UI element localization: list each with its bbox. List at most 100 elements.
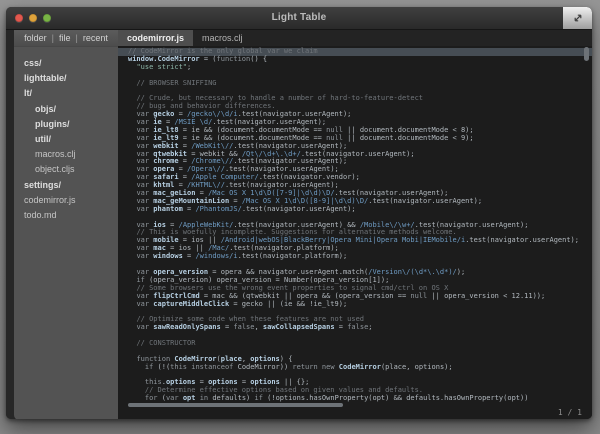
code-line[interactable]: var phantom = /PhantomJS/.test(navigator… — [118, 206, 592, 214]
code-token: options — [208, 378, 238, 386]
code-token: = — [229, 197, 242, 205]
recent-button[interactable]: recent — [83, 33, 108, 43]
code-token: options — [250, 378, 280, 386]
code-token: // This is woefully incomplete. Suggesti… — [136, 228, 456, 236]
code-token: () { — [250, 55, 267, 63]
app-window: Light Table folder|file|recent css/light… — [6, 7, 592, 419]
code-token — [128, 363, 145, 371]
code-token: instanceof — [191, 363, 233, 371]
code-token: = webkit && — [187, 150, 242, 158]
code-token: || opera_version < 12.11)); — [427, 292, 545, 300]
code-editor[interactable]: // CodeMirror is the only global var we … — [118, 48, 592, 403]
code-token: = — [174, 165, 187, 173]
tree-item-lighttable[interactable]: lighttable/ — [14, 71, 118, 86]
code-token: var — [136, 205, 153, 213]
code-line[interactable]: var windows = /windows/i.test(navigator.… — [118, 253, 592, 261]
code-token: // bugs and behavior differences. — [136, 102, 275, 110]
horizontal-scrollbar-thumb[interactable] — [128, 403, 343, 407]
window-left-edge — [6, 30, 14, 419]
window-title: Light Table — [6, 12, 592, 23]
tree-item-lt[interactable]: lt/ — [14, 86, 118, 101]
code-token: || {}; — [280, 378, 310, 386]
tree-item-macros-clj[interactable]: macros.clj — [14, 147, 118, 162]
code-token: = ios || — [179, 236, 221, 244]
tree-item-settings[interactable]: settings/ — [14, 178, 118, 193]
expand-arrows-icon — [572, 12, 584, 24]
code-token: // Crude, but necessary to handle a numb… — [136, 94, 423, 102]
code-token: // Determine effective options based on … — [145, 386, 423, 394]
code-token: = opera && navigator.userAgent.match( — [208, 268, 368, 276]
code-token: // Some browsers use the wrong event pro… — [136, 284, 448, 292]
code-token: var — [136, 173, 153, 181]
tree-item-object-cljs[interactable]: object.cljs — [14, 162, 118, 177]
code-token: = — [183, 205, 196, 213]
fullscreen-button[interactable] — [563, 7, 592, 29]
code-token: CodeMirror — [174, 355, 216, 363]
code-token: .test(navigator.userAgent); — [368, 197, 482, 205]
code-token: opera — [153, 165, 174, 173]
code-token: new — [322, 363, 335, 371]
code-token: .test(navigator.platform); — [229, 244, 339, 252]
code-token: = — [238, 378, 251, 386]
code-token: .test(navigator.userAgent); — [242, 205, 356, 213]
code-token: var — [136, 292, 153, 300]
vertical-scrollbar-thumb[interactable] — [584, 47, 589, 61]
code-token: /Qt\/\d+\.\d+/ — [242, 150, 301, 158]
code-token: = — [179, 157, 192, 165]
tree-item-util[interactable]: util/ — [14, 132, 118, 147]
code-line[interactable]: // CONSTRUCTOR — [118, 340, 592, 348]
code-token: .test(navigator.userAgent); — [465, 236, 579, 244]
code-token: .test(navigator.userAgent); — [301, 150, 415, 158]
tree-item-css[interactable]: css/ — [14, 56, 118, 71]
tab-macros-clj[interactable]: macros.clj — [193, 30, 252, 46]
code-token: sawReadOnlySpans — [153, 323, 220, 331]
code-line[interactable]: var captureMiddleClick = gecko || (ie &&… — [118, 301, 592, 309]
tree-item-codemirror-js[interactable]: codemirror.js — [14, 193, 118, 208]
code-line[interactable]: for (var opt in defaults) if (!options.h… — [118, 395, 592, 403]
code-token: ; — [368, 323, 372, 331]
code-token: null — [410, 292, 427, 300]
tree-item-plugins[interactable]: plugins/ — [14, 117, 118, 132]
code-token: /Opera\// — [187, 165, 225, 173]
code-token: mobile — [153, 236, 178, 244]
code-token: var — [136, 252, 153, 260]
header-separator: | — [76, 33, 78, 43]
code-token: var — [136, 268, 153, 276]
code-token: = — [174, 181, 187, 189]
code-token: /Android|webOS|BlackBerry|Opera Mini|Ope… — [221, 236, 465, 244]
code-token — [128, 386, 145, 394]
code-token: ie_lt9 — [153, 134, 178, 142]
code-token: var — [136, 181, 153, 189]
code-token: = — [335, 323, 348, 331]
code-token: = gecko || (ie && !ie_lt9); — [229, 300, 347, 308]
code-token: = — [179, 142, 192, 150]
tab-codemirror-js[interactable]: codemirror.js — [118, 30, 193, 46]
folder-button[interactable]: folder — [24, 33, 47, 43]
code-token: /AppleWebKit/ — [179, 221, 234, 229]
code-token: CodeMirror — [339, 363, 381, 371]
code-token: options — [166, 378, 196, 386]
file-button[interactable]: file — [59, 33, 71, 43]
title-bar[interactable]: Light Table — [6, 7, 592, 30]
code-token: = — [195, 189, 208, 197]
code-token: ; — [187, 63, 191, 71]
code-line[interactable]: if (!(this instanceof CodeMirror)) retur… — [118, 364, 592, 372]
code-token: ie — [153, 118, 161, 126]
tree-item-objs[interactable]: objs/ — [14, 102, 118, 117]
code-token: /Chrome\// — [191, 157, 233, 165]
code-token: .test(navigator.platform); — [238, 252, 348, 260]
code-line[interactable]: var sawReadOnlySpans = false, sawCollaps… — [118, 324, 592, 332]
code-token: var — [136, 300, 153, 308]
code-token: false — [233, 323, 254, 331]
code-token: ); — [457, 268, 465, 276]
code-line[interactable]: "use strict"; — [118, 64, 592, 72]
code-token: var — [136, 165, 153, 173]
code-token: var — [166, 394, 183, 402]
tree-item-todo-md[interactable]: todo.md — [14, 208, 118, 223]
code-token: // BROWSER SNIFFING — [136, 79, 216, 87]
code-token: var — [136, 236, 153, 244]
code-token: .test(navigator.vendor); — [259, 173, 360, 181]
code-token: var — [136, 221, 153, 229]
tab-strip: codemirror.jsmacros.clj — [118, 30, 592, 46]
code-line[interactable]: // BROWSER SNIFFING — [118, 80, 592, 88]
